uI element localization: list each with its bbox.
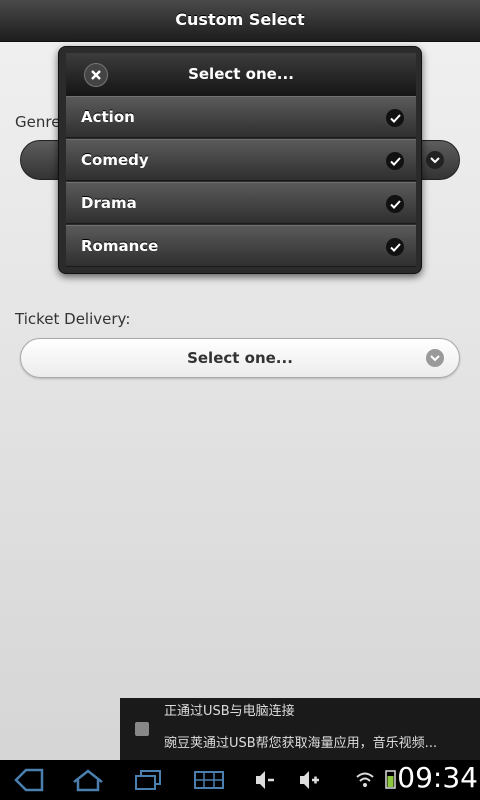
chevron-down-icon <box>426 349 444 367</box>
usb-notification[interactable]: 正通过USB与电脑连接 豌豆荚通过USB帮您获取海量应用，音乐视频... <box>120 698 480 760</box>
back-icon[interactable] <box>14 768 44 796</box>
system-bar: 09:34 <box>0 760 480 800</box>
option-label: Romance <box>81 237 159 255</box>
option-label: Action <box>81 108 135 126</box>
usb-icon <box>135 722 149 736</box>
clock: 09:34 <box>397 761 478 794</box>
ticket-delivery-label: Ticket Delivery: <box>15 310 131 328</box>
close-icon <box>91 70 101 80</box>
ticket-delivery-select[interactable]: Select one... <box>20 338 460 378</box>
screenshot-icon[interactable] <box>193 768 225 796</box>
option-drama[interactable]: Drama <box>66 182 416 224</box>
popup-title: Select one... <box>188 65 294 83</box>
title-bar: Custom Select <box>0 0 480 42</box>
ticket-delivery-value: Select one... <box>187 349 293 367</box>
option-romance[interactable]: Romance <box>66 225 416 267</box>
home-icon[interactable] <box>72 768 104 796</box>
option-label: Comedy <box>81 151 149 169</box>
notification-text: 豌豆荚通过USB帮您获取海量应用，音乐视频... <box>164 736 438 751</box>
check-icon <box>386 152 404 170</box>
check-icon <box>386 195 404 213</box>
select-popup: Select one... Action Comedy Drama Romanc… <box>58 46 422 274</box>
volume-up-icon[interactable] <box>298 768 320 796</box>
option-label: Drama <box>81 194 137 212</box>
genre-label: Genre <box>15 113 61 131</box>
close-button[interactable] <box>84 63 108 87</box>
check-icon <box>386 109 404 127</box>
check-icon <box>386 238 404 256</box>
notification-title: 正通过USB与电脑连接 <box>164 704 295 719</box>
wifi-icon <box>355 768 375 796</box>
page-title: Custom Select <box>175 10 305 29</box>
volume-down-icon[interactable] <box>254 768 276 796</box>
battery-icon <box>383 768 397 796</box>
option-comedy[interactable]: Comedy <box>66 139 416 181</box>
chevron-down-icon <box>426 151 444 169</box>
popup-header: Select one... <box>66 53 416 96</box>
recent-apps-icon[interactable] <box>133 768 163 796</box>
option-action[interactable]: Action <box>66 96 416 138</box>
